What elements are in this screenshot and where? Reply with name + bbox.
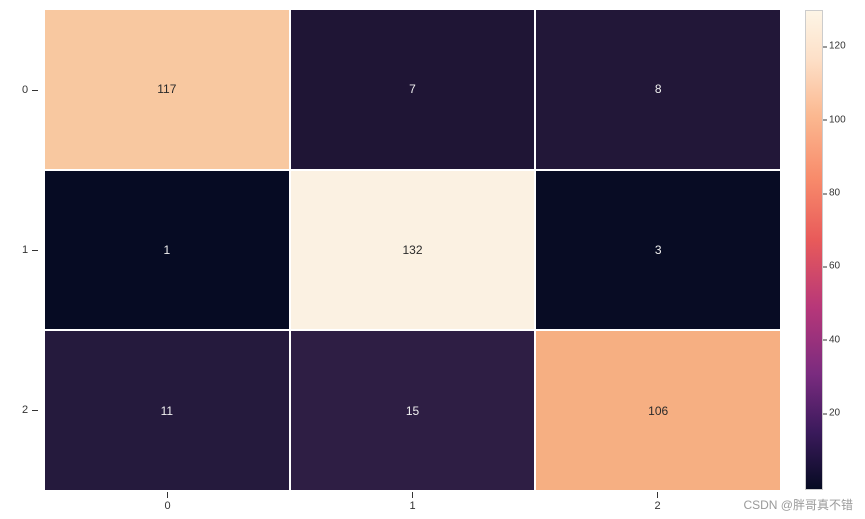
cell-2-2: 106 <box>536 331 780 490</box>
colorbar-tick: 60 <box>823 261 840 272</box>
cell-0-0: 117 <box>45 10 289 169</box>
y-tick: 1 <box>22 170 28 330</box>
colorbar-tick: 100 <box>823 114 846 125</box>
y-tick: 0 <box>22 10 28 170</box>
cell-2-0: 11 <box>45 331 289 490</box>
x-tick: 1 <box>290 492 535 512</box>
cell-1-1: 132 <box>291 171 535 330</box>
cell-0-1: 7 <box>291 10 535 169</box>
colorbar-gradient <box>805 10 823 490</box>
y-axis-ticks: 0 1 2 <box>22 10 28 490</box>
cell-0-2: 8 <box>536 10 780 169</box>
colorbar-ticks: 120 100 80 60 40 20 <box>823 10 845 490</box>
cell-1-2: 3 <box>536 171 780 330</box>
colorbar-tick: 120 <box>823 41 846 52</box>
x-axis-ticks: 0 1 2 <box>45 492 780 512</box>
colorbar-tick: 20 <box>823 408 840 419</box>
colorbar: 120 100 80 60 40 20 <box>805 10 845 490</box>
heatmap-chart: 117 7 8 1 132 3 11 15 106 <box>45 10 780 490</box>
y-tick: 2 <box>22 330 28 490</box>
x-tick: 0 <box>45 492 290 512</box>
cell-2-1: 15 <box>291 331 535 490</box>
heatmap-grid: 117 7 8 1 132 3 11 15 106 <box>45 10 780 490</box>
watermark: CSDN @胖哥真不错 <box>743 496 853 513</box>
colorbar-tick: 40 <box>823 334 840 345</box>
cell-1-0: 1 <box>45 171 289 330</box>
colorbar-tick: 80 <box>823 188 840 199</box>
